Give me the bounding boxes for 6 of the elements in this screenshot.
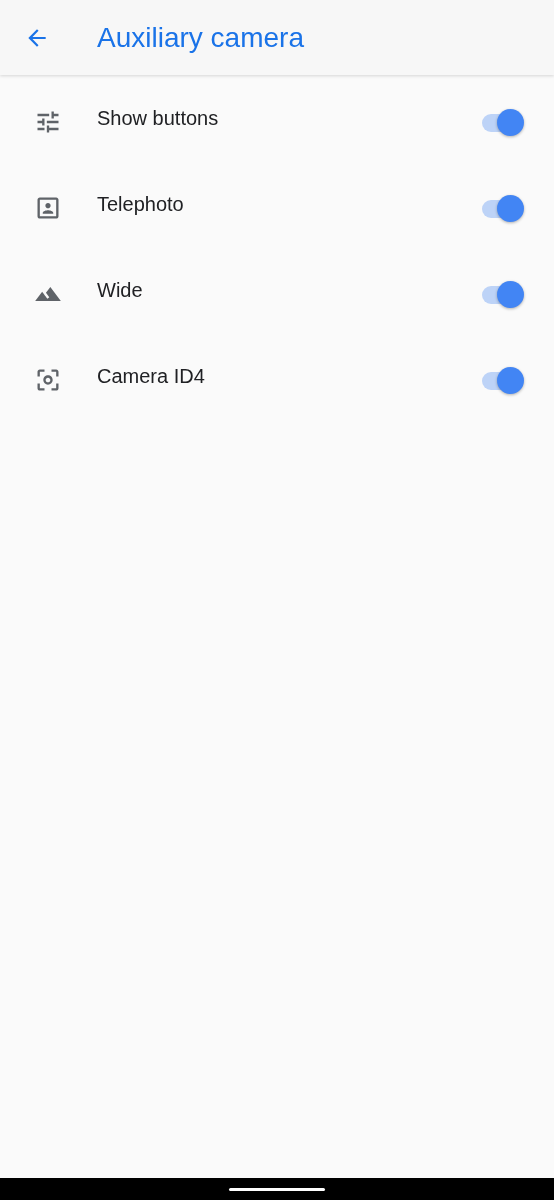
page-title: Auxiliary camera [97, 21, 304, 54]
setting-label: Show buttons [97, 106, 220, 130]
setting-label: Camera ID4 [97, 364, 206, 388]
setting-label: Telephoto [97, 192, 185, 216]
setting-label: Wide [97, 278, 144, 302]
home-indicator[interactable] [229, 1187, 325, 1191]
